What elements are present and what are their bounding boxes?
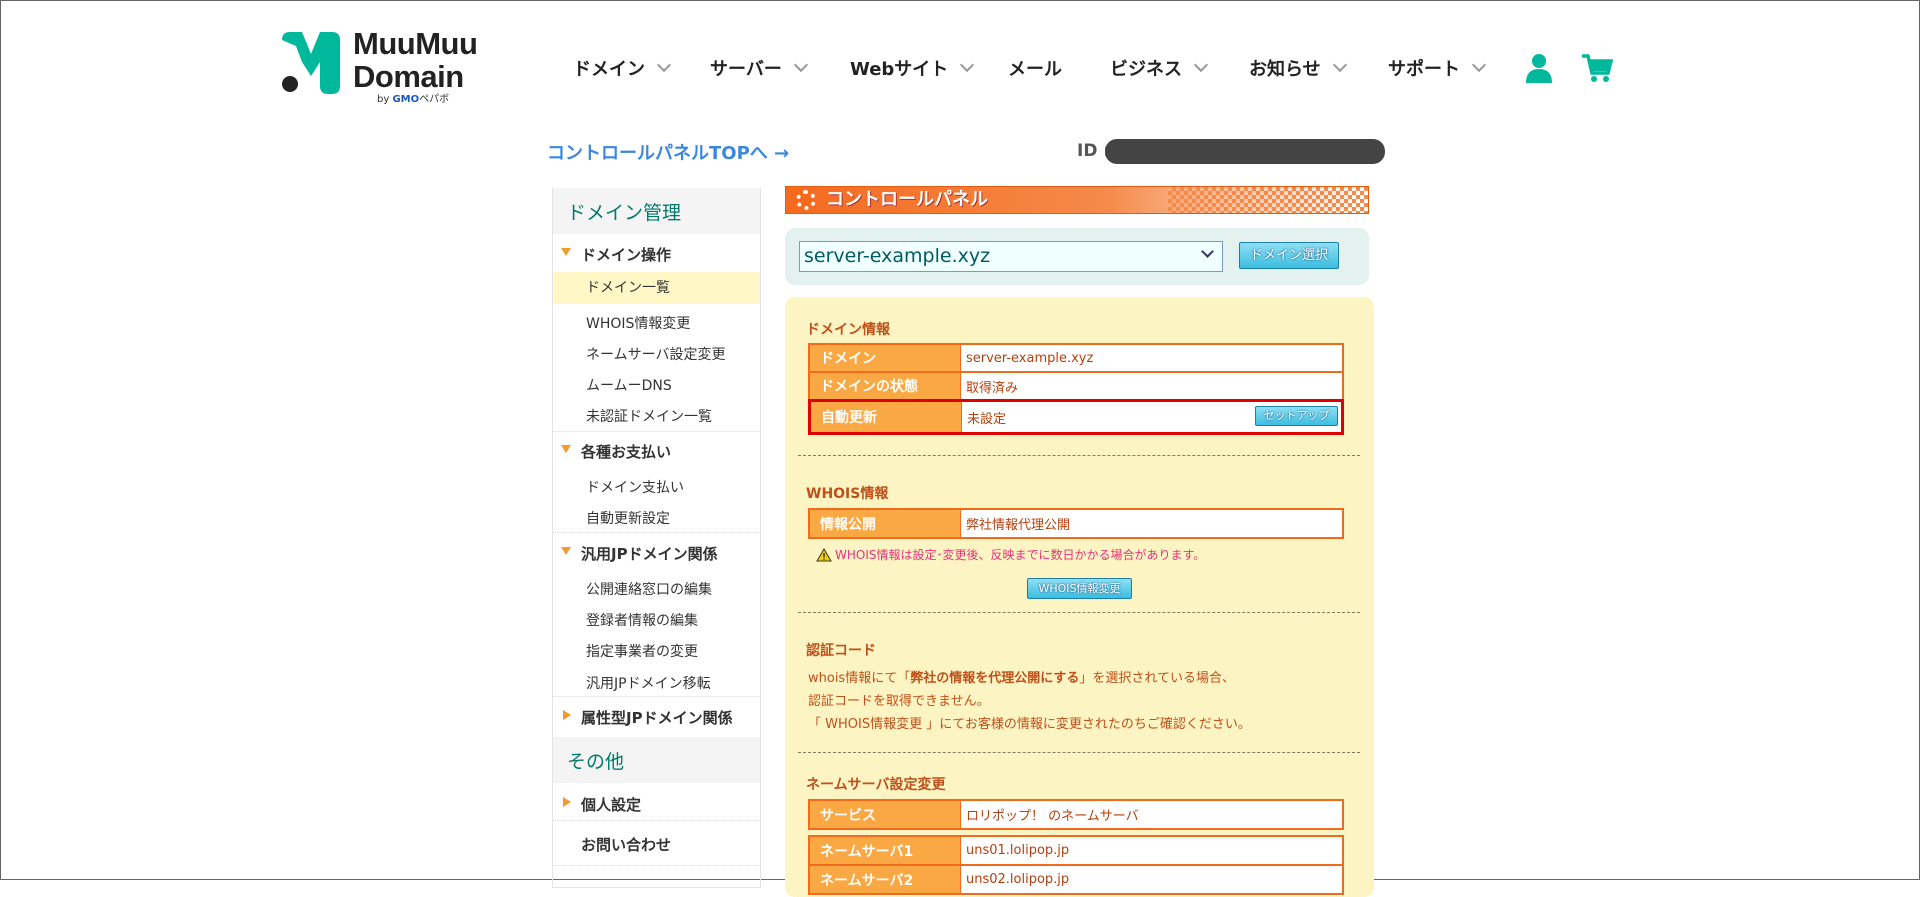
row-value: server-example.xyz: [961, 345, 1342, 371]
nav-server[interactable]: サーバー: [710, 55, 808, 81]
sidebar-item-domain-payment[interactable]: ドメイン支払い: [553, 477, 760, 497]
sidebar-header-other: その他: [553, 737, 760, 783]
auto-renew-row-highlight: 自動更新 未設定 セットアップ: [808, 399, 1344, 435]
table-row: ネームサーバ2 uns02.lolipop.jp: [810, 866, 1342, 895]
table-row: ドメインの状態 取得済み: [810, 373, 1342, 401]
triangle-down-icon: [561, 547, 571, 555]
sidebar-item-auto-renew[interactable]: 自動更新設定: [553, 508, 760, 528]
domain-info-heading: ドメイン情報: [806, 322, 890, 338]
sidebar-item-public-contact[interactable]: 公開連絡窓口の編集: [553, 579, 760, 599]
domain-select[interactable]: server-example.xyz: [799, 241, 1223, 272]
logo-icon[interactable]: [280, 32, 342, 94]
auth-text-line1: whois情報にて「弊社の情報を代理公開にする」を選択されている場合、: [808, 671, 1235, 686]
auth-code-heading: 認証コード: [806, 643, 876, 659]
control-panel-banner: コントロールパネル: [785, 186, 1369, 214]
row-label: サービス: [810, 801, 961, 828]
ns-table: ネームサーバ1 uns01.lolipop.jp ネームサーバ2 uns02.lol…: [808, 835, 1344, 895]
chevron-down-icon: [1332, 57, 1347, 73]
row-label: 自動更新: [811, 402, 962, 432]
row-label: ドメイン: [810, 345, 961, 371]
row-value: 取得済み: [961, 373, 1342, 399]
sidebar-item-whois[interactable]: WHOIS情報変更: [553, 313, 760, 333]
sidebar-group-domain-ops[interactable]: ドメイン操作: [553, 244, 760, 265]
nav-news[interactable]: お知らせ: [1249, 55, 1347, 81]
triangle-down-icon: [561, 248, 571, 256]
nav-business[interactable]: ビジネス: [1110, 55, 1209, 81]
table-row: 情報公開 弊社情報代理公開: [810, 510, 1342, 539]
whois-change-button[interactable]: WHOIS情報変更: [1027, 578, 1132, 599]
table-row: 自動更新 未設定 セットアップ: [811, 402, 1341, 432]
setup-button[interactable]: セットアップ: [1255, 406, 1338, 426]
cart-icon[interactable]: [1581, 53, 1613, 83]
whois-table: 情報公開 弊社情報代理公開: [808, 508, 1344, 539]
logo-wordmark: MuuMuu Domain: [353, 26, 478, 94]
nav-domain[interactable]: ドメイン: [573, 55, 672, 81]
row-value: 未設定 セットアップ: [962, 402, 1341, 432]
gear-icon: [796, 190, 816, 210]
row-value: 弊社情報代理公開: [961, 510, 1342, 537]
sidebar-item-contact[interactable]: お問い合わせ: [553, 834, 760, 855]
triangle-right-icon: [563, 710, 571, 720]
chevron-down-icon: [656, 57, 672, 73]
sidebar-group-personal[interactable]: 個人設定: [553, 794, 760, 815]
whois-heading: WHOIS情報: [806, 486, 889, 502]
row-value: ロリポップ！ のネームサーバ: [961, 801, 1342, 828]
domain-info-table: ドメイン server-example.xyz ドメインの状態 取得済み: [808, 343, 1344, 401]
table-row: ネームサーバ1 uns01.lolipop.jp: [810, 837, 1342, 866]
row-value: uns01.lolipop.jp: [961, 837, 1342, 864]
ns-service-table: サービス ロリポップ！ のネームサーバ: [808, 799, 1344, 830]
nav-mail[interactable]: メール: [1008, 55, 1062, 81]
sidebar-item-dns[interactable]: ムームーDNS: [553, 375, 760, 395]
sidebar-group-jp-attribute[interactable]: 属性型JPドメイン関係: [553, 707, 760, 728]
control-panel-top-link[interactable]: コントロールパネルTOPへ →: [547, 139, 789, 165]
sidebar-item-jp-transfer[interactable]: 汎用JPドメイン移転: [553, 673, 760, 693]
triangle-down-icon: [561, 445, 571, 453]
triangle-right-icon: [563, 797, 571, 807]
domain-select-button[interactable]: ドメイン選択: [1239, 242, 1339, 269]
auth-text-line3: 「 WHOIS情報変更 」にてお客様の情報に変更されたのちご確認ください。: [808, 717, 1251, 732]
row-label: 情報公開: [810, 510, 961, 537]
row-label: ネームサーバ1: [810, 837, 961, 864]
sidebar-item-nameserver[interactable]: ネームサーバ設定変更: [553, 344, 760, 364]
sidebar-item-registrant[interactable]: 登録者情報の編集: [553, 610, 760, 630]
user-icon[interactable]: [1525, 53, 1553, 83]
sidebar: ドメイン管理 ドメイン操作 ドメイン一覧 WHOIS情報変更 ネームサーバ設定変…: [552, 188, 761, 888]
warning-icon: [816, 547, 832, 561]
sidebar-group-payments[interactable]: 各種お支払い: [553, 441, 760, 462]
row-label: ドメインの状態: [810, 373, 961, 399]
chevron-down-icon: [1201, 245, 1214, 258]
redacted-id: [1105, 139, 1385, 164]
sidebar-header-domain: ドメイン管理: [553, 188, 760, 234]
logo-byline: by GMOペパボ: [377, 94, 450, 105]
chevron-down-icon: [793, 57, 808, 73]
chevron-down-icon: [1471, 57, 1487, 73]
table-row: サービス ロリポップ！ のネームサーバ: [810, 801, 1342, 830]
nav-website[interactable]: Webサイト: [850, 55, 975, 81]
table-row: ドメイン server-example.xyz: [810, 345, 1342, 373]
sidebar-item-agent[interactable]: 指定事業者の変更: [553, 641, 760, 661]
sidebar-item-unverified[interactable]: 未認証ドメイン一覧: [553, 406, 760, 426]
whois-warning: WHOIS情報は設定･変更後、反映までに数日かかる場合があります。: [816, 546, 1205, 563]
nav-support[interactable]: サポート: [1388, 55, 1487, 81]
chevron-down-icon: [1193, 57, 1209, 73]
chevron-down-icon: [960, 57, 975, 73]
sidebar-group-jp-general[interactable]: 汎用JPドメイン関係: [553, 543, 760, 564]
nameserver-heading: ネームサーバ設定変更: [806, 777, 946, 793]
sidebar-item-domain-list[interactable]: ドメイン一覧: [553, 272, 760, 304]
auth-text-line2: 認証コードを取得できません。: [808, 694, 990, 709]
